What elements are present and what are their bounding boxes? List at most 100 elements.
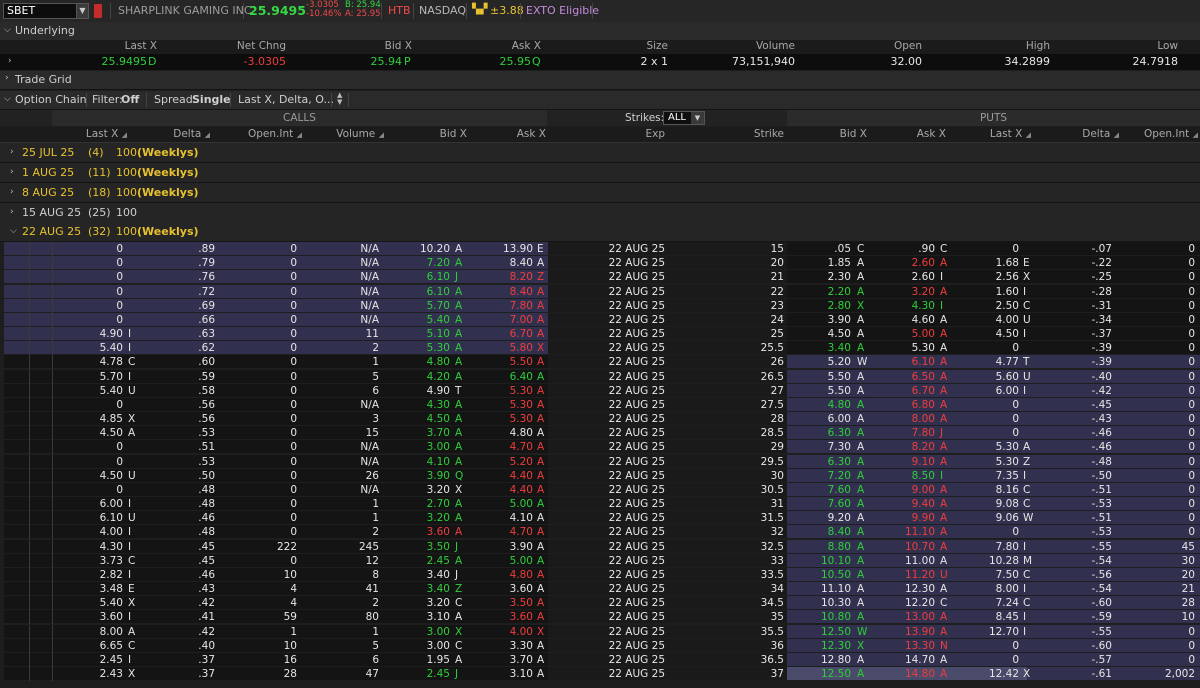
call-ask: 8.40 (509, 286, 533, 298)
option-row[interactable]: 0 .51 0 N/A 3.00 4.70 22 AUG 25 29 7.30 8.20 5.30 -… (0, 440, 1200, 454)
chevron-right-icon[interactable]: › (10, 167, 14, 177)
col-exp[interactable]: Exp (645, 128, 665, 140)
option-row[interactable]: 4.50 .53 0 15 3.70 4.80 22 AUG 25 28.5 6.30 7.80 0… (0, 426, 1200, 440)
row-strike: 32.5 (760, 541, 784, 553)
layout-select[interactable]: Last X, Delta, O... (238, 93, 334, 106)
option-row[interactable]: 0 .72 0 N/A 6.10 8.40 22 AUG 25 22 2.20 3.20 1.60 -… (0, 285, 1200, 299)
col-put-last-x[interactable]: Last X ◢ (990, 128, 1031, 140)
option-row[interactable]: 0 .48 0 N/A 3.20 4.40 22 AUG 25 30.5 7.60 9.00 8.1… (0, 483, 1200, 497)
call-bid-exchange: A (455, 498, 463, 510)
col-put-open-int[interactable]: Open.Int ◢ (1144, 128, 1198, 140)
put-last: 7.50 (995, 569, 1019, 581)
row-expiration: 22 AUG 25 (608, 541, 665, 553)
option-row[interactable]: 5.40 .58 0 6 4.90 5.30 22 AUG 25 27 5.50 6.70 6.00… (0, 384, 1200, 398)
option-row[interactable]: 4.78 .60 0 1 4.80 5.50 22 AUG 25 26 5.20 6.10 4.77… (0, 355, 1200, 369)
trade-grid-section-header[interactable]: › Trade Grid (0, 71, 1200, 90)
call-ask-exchange: A (537, 371, 545, 383)
col-open[interactable]: Open (894, 40, 922, 52)
chevron-right-icon[interactable]: › (5, 73, 9, 83)
option-row[interactable]: 6.65 .40 10 5 3.00 3.30 22 AUG 25 36 12.30 13.30 0… (0, 639, 1200, 653)
expiration-row[interactable]: › 1 AUG 25 (11) 100 (Weeklys) (0, 163, 1200, 183)
col-ask-x[interactable]: Ask X (512, 40, 541, 52)
option-row[interactable]: 0 .79 0 N/A 7.20 8.40 22 AUG 25 20 1.85 2.60 1.68 -… (0, 256, 1200, 270)
call-volume: 6 (372, 654, 379, 666)
col-low[interactable]: Low (1157, 40, 1178, 52)
chevron-right-icon[interactable]: › (10, 187, 14, 197)
put-bid: 7.30 (827, 441, 851, 453)
option-row[interactable]: 5.70 .59 0 5 4.20 6.40 22 AUG 25 26.5 5.50 6.50 5.… (0, 370, 1200, 384)
put-open-int: 0 (1188, 385, 1195, 397)
col-bid-x[interactable]: Bid X (385, 40, 412, 52)
chevron-right-icon[interactable]: › (10, 147, 14, 157)
option-row[interactable]: 0 .56 0 N/A 4.30 5.30 22 AUG 25 27.5 4.80 6.80 0 -.… (0, 398, 1200, 412)
col-net-chng[interactable]: Net Chng (237, 40, 286, 52)
option-row[interactable]: 3.48 .43 4 41 3.40 3.60 22 AUG 25 34 11.10 12.30 8… (0, 582, 1200, 596)
put-bid: 7.20 (827, 470, 851, 482)
col-call-volume[interactable]: Volume ◢ (336, 128, 384, 140)
col-size[interactable]: Size (646, 40, 668, 52)
option-row[interactable]: 4.00 .48 0 2 3.60 4.70 22 AUG 25 32 8.40 11.10 0 -.… (0, 525, 1200, 539)
put-delta: -.34 (1091, 314, 1113, 326)
call-last: 4.78 (99, 356, 123, 368)
layout-stepper-icon[interactable]: ▲ ▼ (337, 92, 342, 106)
option-row[interactable]: 8.00 .42 1 1 3.00 4.00 22 AUG 25 35.5 12.50 13.90… (0, 625, 1200, 639)
chevron-down-icon[interactable]: ▼ (691, 112, 704, 124)
expiration-row[interactable]: › 25 JUL 25 (4) 100 (Weeklys) (0, 143, 1200, 163)
gutter-divider (29, 582, 30, 596)
option-row[interactable]: 2.45 .37 16 6 1.95 3.70 22 AUG 25 36.5 12.80 14.7… (0, 653, 1200, 667)
option-row[interactable]: 6.00 .48 0 1 2.70 5.00 22 AUG 25 31 7.60 9.40 9.08… (0, 497, 1200, 511)
col-put-bid-x[interactable]: Bid X (840, 128, 867, 140)
col-put-delta[interactable]: Delta ◢ (1082, 128, 1119, 140)
col-call-ask-x[interactable]: Ask X (517, 128, 546, 140)
option-row[interactable]: 0 .53 0 N/A 4.10 5.20 22 AUG 25 29.5 6.30 9.10 5.3… (0, 455, 1200, 469)
option-row[interactable]: 2.43 .37 28 47 2.45 3.10 22 AUG 25 37 12.50 14.80… (0, 667, 1200, 681)
option-row[interactable]: 0 .76 0 N/A 6.10 8.20 22 AUG 25 21 2.30 2.60 2.56 -… (0, 270, 1200, 284)
col-volume[interactable]: Volume (756, 40, 795, 52)
chevron-right-icon[interactable]: › (8, 56, 12, 66)
put-delta: -.54 (1091, 555, 1113, 567)
strikes-select[interactable]: ALL ▼ (663, 111, 705, 125)
option-row[interactable]: 3.60 .41 59 80 3.10 3.60 22 AUG 25 35 10.80 13.00… (0, 610, 1200, 624)
option-row[interactable]: 4.30 .45 222 245 3.50 3.90 22 AUG 25 32.5 8.80 10… (0, 540, 1200, 554)
put-last: 7.80 (995, 541, 1019, 553)
expiration-row[interactable]: › 15 AUG 25 (25) 100 (0, 203, 1200, 223)
expiration-row[interactable]: › 8 AUG 25 (18) 100 (Weeklys) (0, 183, 1200, 203)
col-put-ask-x[interactable]: Ask X (917, 128, 946, 140)
col-high[interactable]: High (1026, 40, 1050, 52)
chevron-down-icon[interactable]: ⌵ (4, 25, 11, 35)
row-strike: 36.5 (760, 654, 784, 666)
expiration-row[interactable]: ⌵ 22 AUG 25 (32) 100 (Weeklys) (0, 222, 1200, 242)
col-call-last-x[interactable]: Last X ◢ (86, 128, 127, 140)
col-call-delta[interactable]: Delta ◢ (173, 128, 210, 140)
option-row[interactable]: 0 .69 0 N/A 5.70 7.80 22 AUG 25 23 2.80 4.30 2.50 -… (0, 299, 1200, 313)
gutter-divider (52, 313, 53, 327)
col-last-x[interactable]: Last X (125, 40, 157, 52)
chevron-down-icon[interactable]: ▼ (76, 3, 89, 19)
col-call-open-int[interactable]: Open.Int ◢ (248, 128, 302, 140)
option-row[interactable]: 4.90 .63 0 11 5.10 6.70 22 AUG 25 25 4.50 5.00 4.5… (0, 327, 1200, 341)
exchange-label: NASDAQ (419, 4, 467, 17)
call-bid-exchange: J (455, 668, 459, 680)
gutter-divider (29, 440, 30, 454)
put-last: 7.35 (995, 470, 1019, 482)
option-row[interactable]: 2.82 .46 10 8 3.40 4.80 22 AUG 25 33.5 10.50 11.2… (0, 568, 1200, 582)
col-strike[interactable]: Strike (754, 128, 784, 140)
filter-toggle[interactable]: Off (121, 93, 139, 106)
chevron-down-icon[interactable]: ⌵ (10, 226, 17, 236)
chevron-down-icon[interactable]: ⌵ (4, 94, 11, 104)
spread-select[interactable]: Single (192, 93, 231, 106)
option-row[interactable]: 5.40 .62 0 2 5.30 5.80 22 AUG 25 25.5 3.40 5.30 0 -… (0, 341, 1200, 355)
gutter-divider (52, 398, 53, 412)
option-row[interactable]: 4.50 .50 0 26 3.90 4.40 22 AUG 25 30 7.20 8.50 7.3… (0, 469, 1200, 483)
option-row[interactable]: 3.73 .45 0 12 2.45 5.00 22 AUG 25 33 10.10 11.00 1… (0, 554, 1200, 568)
put-delta: -.61 (1091, 668, 1113, 680)
chevron-right-icon[interactable]: › (10, 207, 14, 217)
alert-flag-icon[interactable] (94, 4, 102, 18)
option-row[interactable]: 4.85 .56 0 3 4.50 5.30 22 AUG 25 28 6.00 8.00 0 -.4… (0, 412, 1200, 426)
option-row[interactable]: 5.40 .42 4 2 3.20 3.50 22 AUG 25 34.5 10.30 12.20… (0, 596, 1200, 610)
option-row[interactable]: 6.10 .46 0 1 3.20 4.10 22 AUG 25 31.5 9.20 9.90 9.… (0, 511, 1200, 525)
underlying-section-header[interactable]: ⌵ Underlying (0, 22, 1200, 41)
option-row[interactable]: 0 .89 0 N/A 10.20 13.90 22 AUG 25 15 .05 .90 0 -.07… (0, 242, 1200, 256)
col-call-bid-x[interactable]: Bid X (440, 128, 467, 140)
option-row[interactable]: 0 .66 0 N/A 5.40 7.00 22 AUG 25 24 3.90 4.60 4.00 -… (0, 313, 1200, 327)
